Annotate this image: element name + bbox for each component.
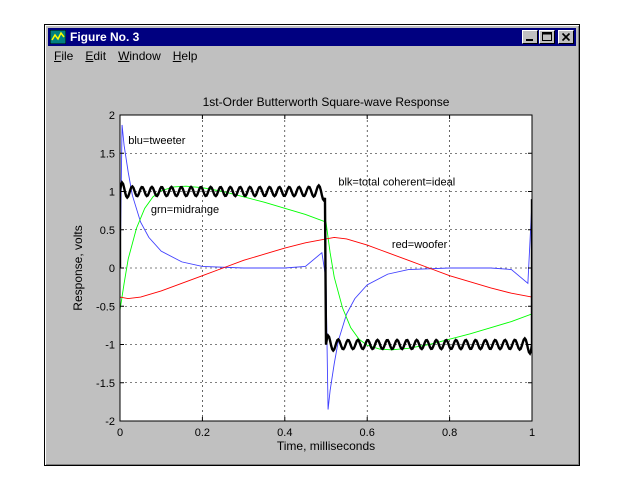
menu-help[interactable]: Help	[167, 49, 204, 63]
chart-title: 1st-Order Butterworth Square-wave Respon…	[203, 95, 450, 109]
y-tick-label: 0	[109, 263, 115, 275]
x-axis-label: Time, milliseconds	[277, 439, 375, 453]
y-tick-label: 2	[109, 110, 115, 122]
x-tick-label: 0.2	[195, 427, 210, 439]
x-tick-label: 0.4	[277, 427, 292, 439]
matlab-figure-icon	[50, 30, 66, 44]
legend-annotation: red=woofer	[392, 239, 448, 251]
y-tick-label: -1.5	[96, 378, 115, 390]
y-tick-label: 0.5	[100, 225, 115, 237]
chart: 0 0.2 0.4 0.6 0.8 1 2 1.5 1 0.5 0 -0.5 -1 -1.5 -2 blu=…	[71, 95, 535, 453]
figure-window: Figure No. 3 File Edit Window Help 0 0.2…	[44, 24, 580, 466]
legend-annotation: blk=total coherent=ideal	[338, 176, 455, 188]
menu-edit[interactable]: Edit	[79, 49, 112, 63]
maximize-icon	[542, 32, 552, 41]
y-tick-label: -0.5	[96, 301, 115, 313]
y-tick-label: 1.5	[100, 148, 115, 160]
y-tick-label: -1	[105, 340, 115, 352]
y-tick-label: -2	[105, 416, 115, 428]
close-icon	[561, 32, 571, 42]
figure-canvas: 0 0.2 0.4 0.6 0.8 1 2 1.5 1 0.5 0 -0.5 -1 -1.5 -2 blu=…	[48, 66, 576, 462]
x-tick-label: 0.8	[442, 427, 457, 439]
legend-annotation: grn=midrange	[151, 204, 219, 216]
title-bar[interactable]: Figure No. 3	[48, 28, 576, 46]
close-button[interactable]	[558, 30, 574, 44]
minimize-button[interactable]	[522, 30, 538, 44]
menu-window[interactable]: Window	[112, 49, 167, 63]
menu-bar: File Edit Window Help	[48, 47, 576, 65]
x-tick-label: 0	[117, 427, 123, 439]
y-tick-label: 1	[109, 187, 115, 199]
x-tick-label: 1	[529, 427, 535, 439]
y-axis-label: Response, volts	[71, 225, 85, 310]
x-tick-label: 0.6	[360, 427, 375, 439]
minimize-icon	[526, 39, 533, 41]
maximize-button[interactable]	[539, 30, 555, 44]
legend-annotation: blu=tweeter	[128, 135, 186, 147]
menu-file[interactable]: File	[48, 49, 79, 63]
window-title: Figure No. 3	[70, 30, 140, 44]
